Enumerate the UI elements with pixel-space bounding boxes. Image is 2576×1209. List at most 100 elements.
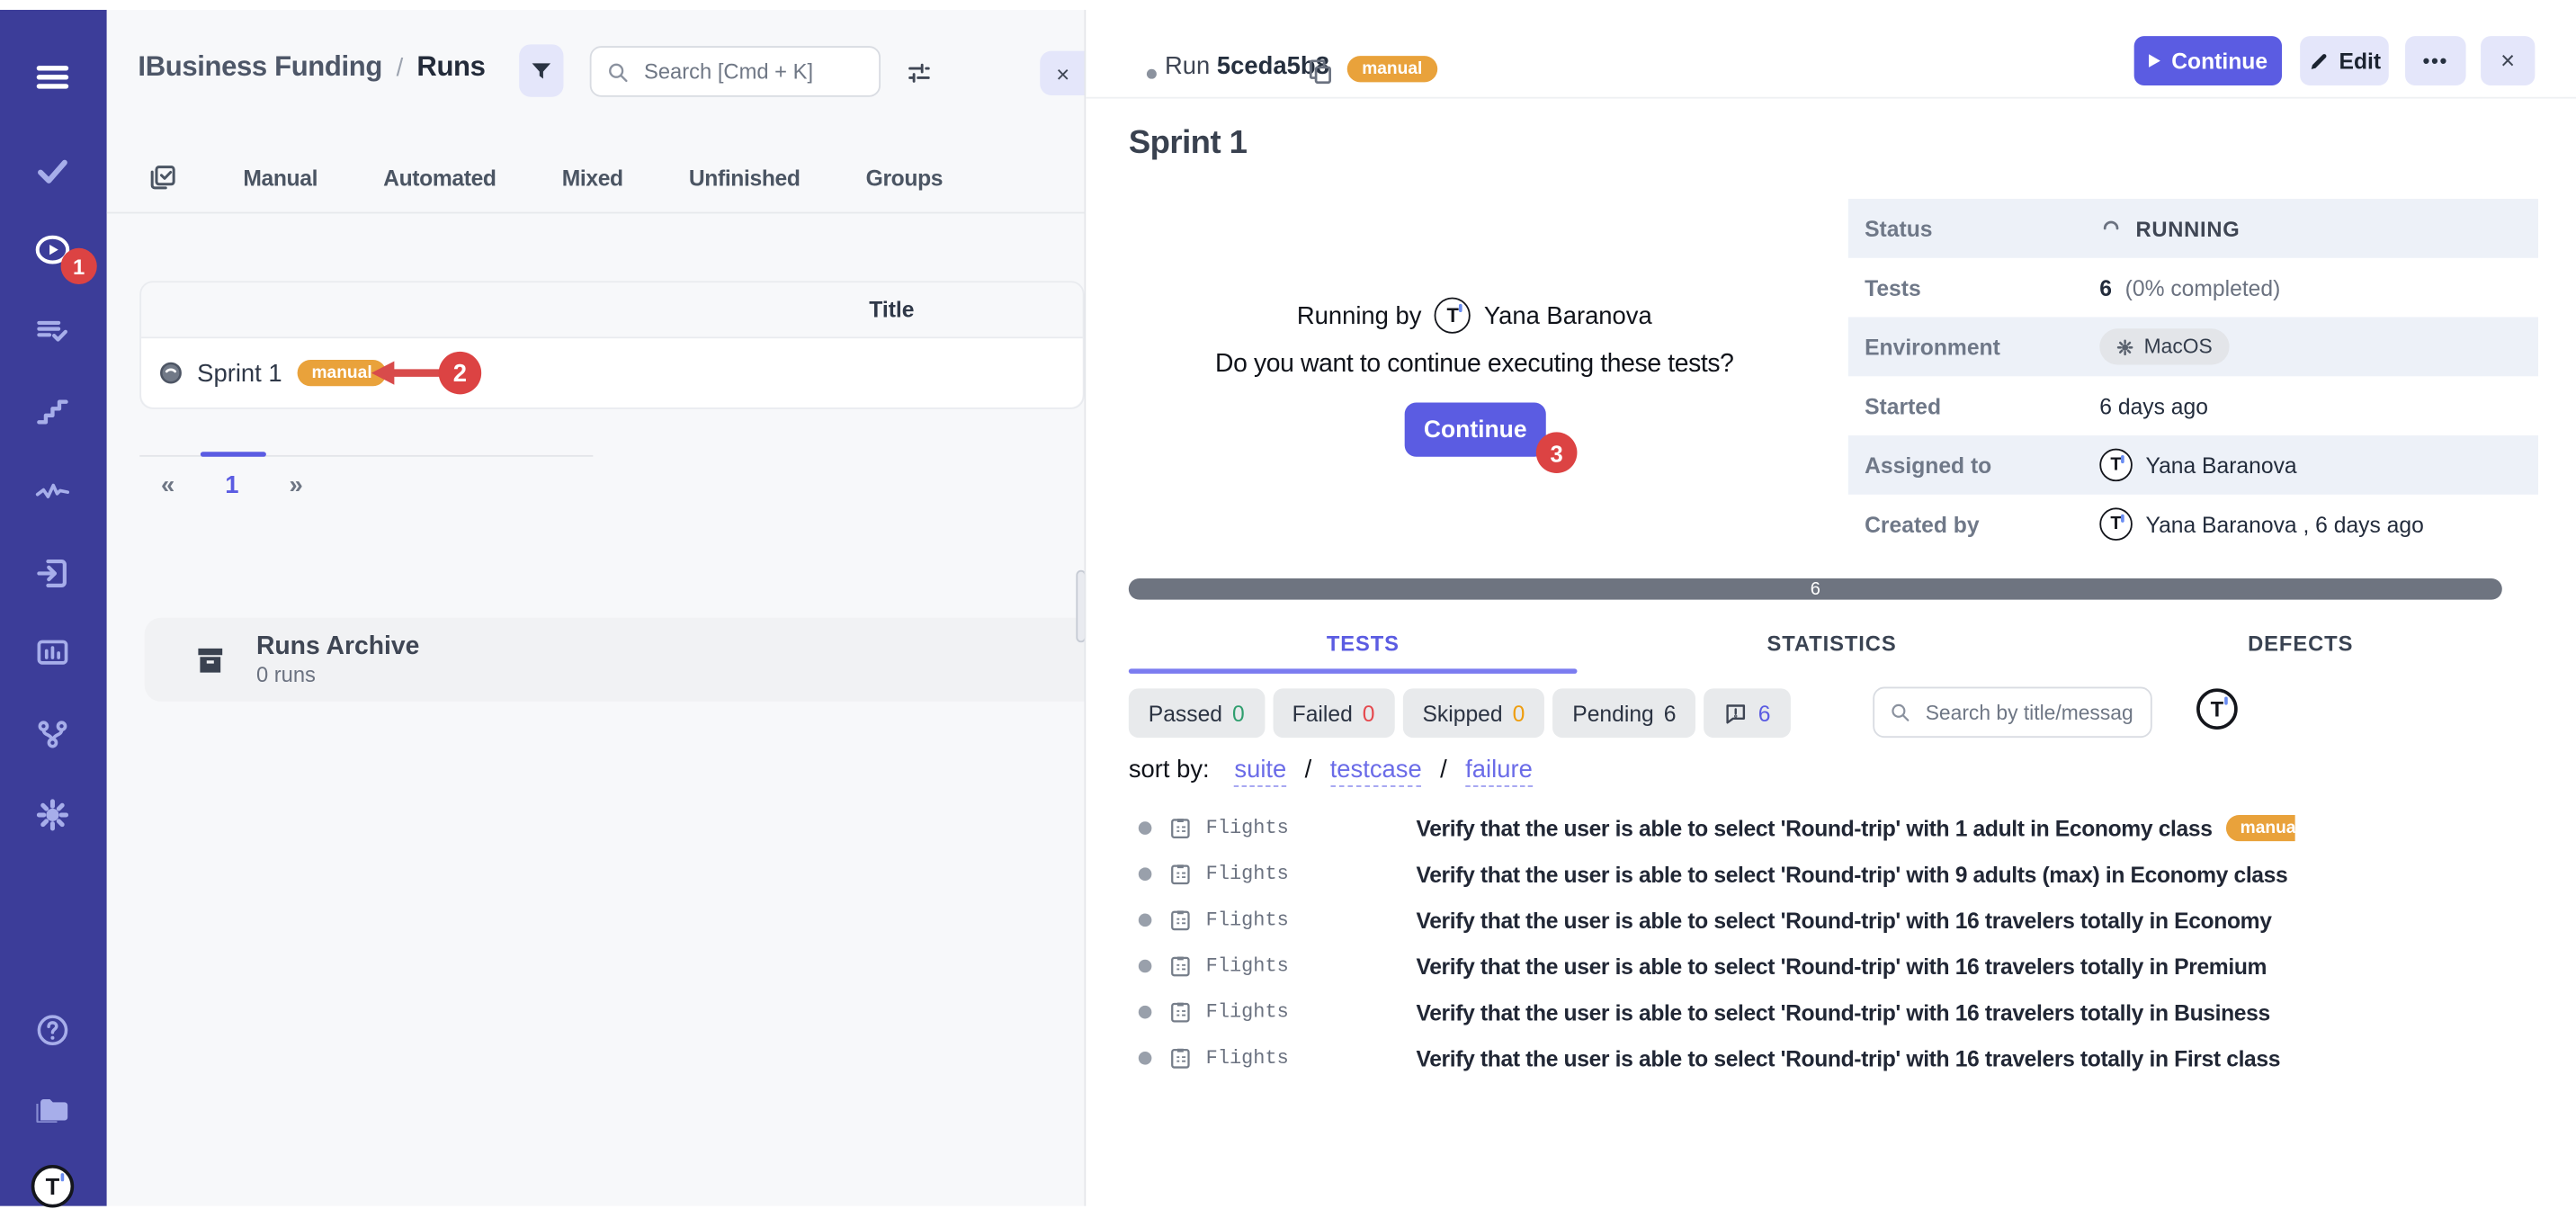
run-row-title: Sprint 1 xyxy=(197,359,282,387)
tests-check-icon xyxy=(34,153,70,189)
sidebar-item-tests[interactable] xyxy=(30,148,76,193)
tab-defects[interactable]: DEFECTS xyxy=(2066,621,2535,673)
tab-statistics[interactable]: STATISTICS xyxy=(1597,621,2066,673)
breadcrumb: IBusiness Funding / Runs xyxy=(138,51,485,85)
test-title: Verify that the user is able to select '… xyxy=(1416,954,2267,978)
filter-failed[interactable]: Failed 0 xyxy=(1273,688,1395,738)
funnel-icon xyxy=(529,58,553,83)
sidebar-item-branches[interactable] xyxy=(30,712,76,757)
test-suite: Flights xyxy=(1206,817,1405,840)
sort-by-suite[interactable]: suite xyxy=(1234,756,1286,787)
comments-count: 6 xyxy=(1758,701,1771,725)
close-icon: × xyxy=(1056,60,1069,86)
continue-run-button[interactable]: Continue xyxy=(2134,36,2282,85)
test-suite: Flights xyxy=(1206,1000,1405,1024)
tab-manual[interactable]: Manual xyxy=(243,166,318,190)
view-settings-button[interactable] xyxy=(900,54,936,90)
test-row[interactable]: Flights Verify that the user is able to … xyxy=(1129,805,2295,851)
creator-avatar: T xyxy=(2099,507,2133,541)
workspace-avatar[interactable]: T xyxy=(30,1163,76,1209)
tabs-divider xyxy=(107,212,1085,214)
more-actions-button[interactable]: ••• xyxy=(2405,36,2466,85)
projects-folder-icon xyxy=(34,1091,70,1127)
sidebar-item-steps[interactable] xyxy=(30,390,76,435)
skipped-count: 0 xyxy=(1513,701,1525,725)
assignee-avatar: T xyxy=(2099,449,2133,482)
search-icon xyxy=(1890,702,1911,723)
pagination-first[interactable]: « xyxy=(161,471,174,499)
breadcrumb-project[interactable]: IBusiness Funding xyxy=(138,51,382,83)
tests-search-input[interactable] xyxy=(1922,699,2135,725)
tests-note: (0% completed) xyxy=(2125,275,2281,300)
tab-automated[interactable]: Automated xyxy=(383,166,496,190)
filter-skipped[interactable]: Skipped 0 xyxy=(1403,688,1545,738)
edit-run-button[interactable]: Edit xyxy=(2300,36,2389,85)
test-row[interactable]: Flights Verify that the user is able to … xyxy=(1129,1035,2295,1081)
environment-chip[interactable]: MacOS xyxy=(2099,328,2229,364)
sort-separator: / xyxy=(1305,756,1312,784)
sidebar-item-help[interactable] xyxy=(30,1008,76,1053)
play-icon xyxy=(2149,54,2160,67)
run-progress-bar: 6 xyxy=(1129,578,2502,600)
archive-box-icon xyxy=(192,641,228,677)
tab-mixed[interactable]: Mixed xyxy=(562,166,623,190)
environment-value: MacOS xyxy=(2144,336,2213,359)
pagination-last[interactable]: » xyxy=(289,471,302,499)
sort-separator: / xyxy=(1440,756,1447,784)
steps-icon xyxy=(34,394,70,430)
test-row[interactable]: Flights Verify that the user is able to … xyxy=(1129,897,2295,943)
pagination-page-1[interactable]: 1 xyxy=(225,471,238,499)
test-status-dot xyxy=(1139,1006,1152,1019)
filter-passed[interactable]: Passed 0 xyxy=(1129,688,1265,738)
info-row-assigned: Assigned to T Yana Baranova xyxy=(1848,435,2538,495)
menu-button[interactable] xyxy=(30,54,76,100)
sidebar-item-pulse[interactable] xyxy=(30,470,76,515)
sidebar-item-projects[interactable] xyxy=(30,1086,76,1132)
test-suite: Flights xyxy=(1206,954,1405,978)
archive-title: Runs Archive xyxy=(256,632,419,662)
sidebar-item-test-plans[interactable] xyxy=(30,309,76,354)
tests-count: 6 xyxy=(2099,275,2112,300)
select-runs-icon[interactable] xyxy=(148,163,177,193)
help-icon xyxy=(34,1012,70,1048)
run-label: Run xyxy=(1165,52,1210,80)
close-icon: × xyxy=(2500,47,2515,75)
sort-by-testcase[interactable]: testcase xyxy=(1330,756,1422,787)
close-run-button[interactable]: × xyxy=(2481,36,2535,85)
run-status-icon xyxy=(159,362,183,385)
filter-comments[interactable]: 6 xyxy=(1704,688,1791,738)
running-by-line: Running by T Yana Baranova xyxy=(1086,298,1863,334)
test-row[interactable]: Flights Verify that the user is able to … xyxy=(1129,990,2295,1035)
filter-button[interactable] xyxy=(519,44,563,96)
runs-search-input[interactable] xyxy=(640,58,863,85)
sidebar-item-settings[interactable] xyxy=(30,792,76,837)
assignee-filter-avatar[interactable]: T xyxy=(2196,688,2238,730)
close-filters-button[interactable]: × xyxy=(1040,51,1086,95)
started-value: 6 days ago xyxy=(2099,393,2208,417)
tab-tests[interactable]: TESTS xyxy=(1129,621,1597,673)
tests-list: Flights Verify that the user is able to … xyxy=(1129,805,2295,1081)
sort-controls: sort by: suite / testcase / failure xyxy=(1129,756,1533,784)
assignee-name: Yana Baranova xyxy=(2145,452,2296,477)
copy-run-id-button[interactable] xyxy=(1306,56,1336,85)
test-suite: Flights xyxy=(1206,909,1405,932)
pending-count: 6 xyxy=(1664,701,1677,725)
sort-by-failure[interactable]: failure xyxy=(1465,756,1533,787)
search-icon xyxy=(606,60,630,84)
continue-tests-button[interactable]: Continue xyxy=(1405,403,1546,457)
continue-question: Do you want to continue executing these … xyxy=(1086,350,1863,380)
test-row[interactable]: Flights Verify that the user is able to … xyxy=(1129,943,2295,989)
comment-bubble-icon xyxy=(1723,701,1748,725)
sidebar-item-import[interactable] xyxy=(30,551,76,596)
runs-table: Title Sprint 1 manual xyxy=(139,281,1084,408)
test-row[interactable]: Flights Verify that the user is able to … xyxy=(1129,851,2295,897)
run-row-sprint-1[interactable]: Sprint 1 manual xyxy=(141,338,1083,407)
tab-unfinished[interactable]: Unfinished xyxy=(689,166,801,190)
filter-pending[interactable]: Pending 6 xyxy=(1552,688,1695,738)
runs-archive-row[interactable]: Runs Archive 0 runs xyxy=(145,618,1085,702)
creator-name: Yana Baranova , 6 days ago xyxy=(2145,512,2423,536)
testcase-icon xyxy=(1168,1045,1193,1071)
tab-groups[interactable]: Groups xyxy=(866,166,944,190)
sidebar-item-runs[interactable]: 1 xyxy=(30,227,76,273)
sidebar-item-analytics[interactable] xyxy=(30,630,76,676)
